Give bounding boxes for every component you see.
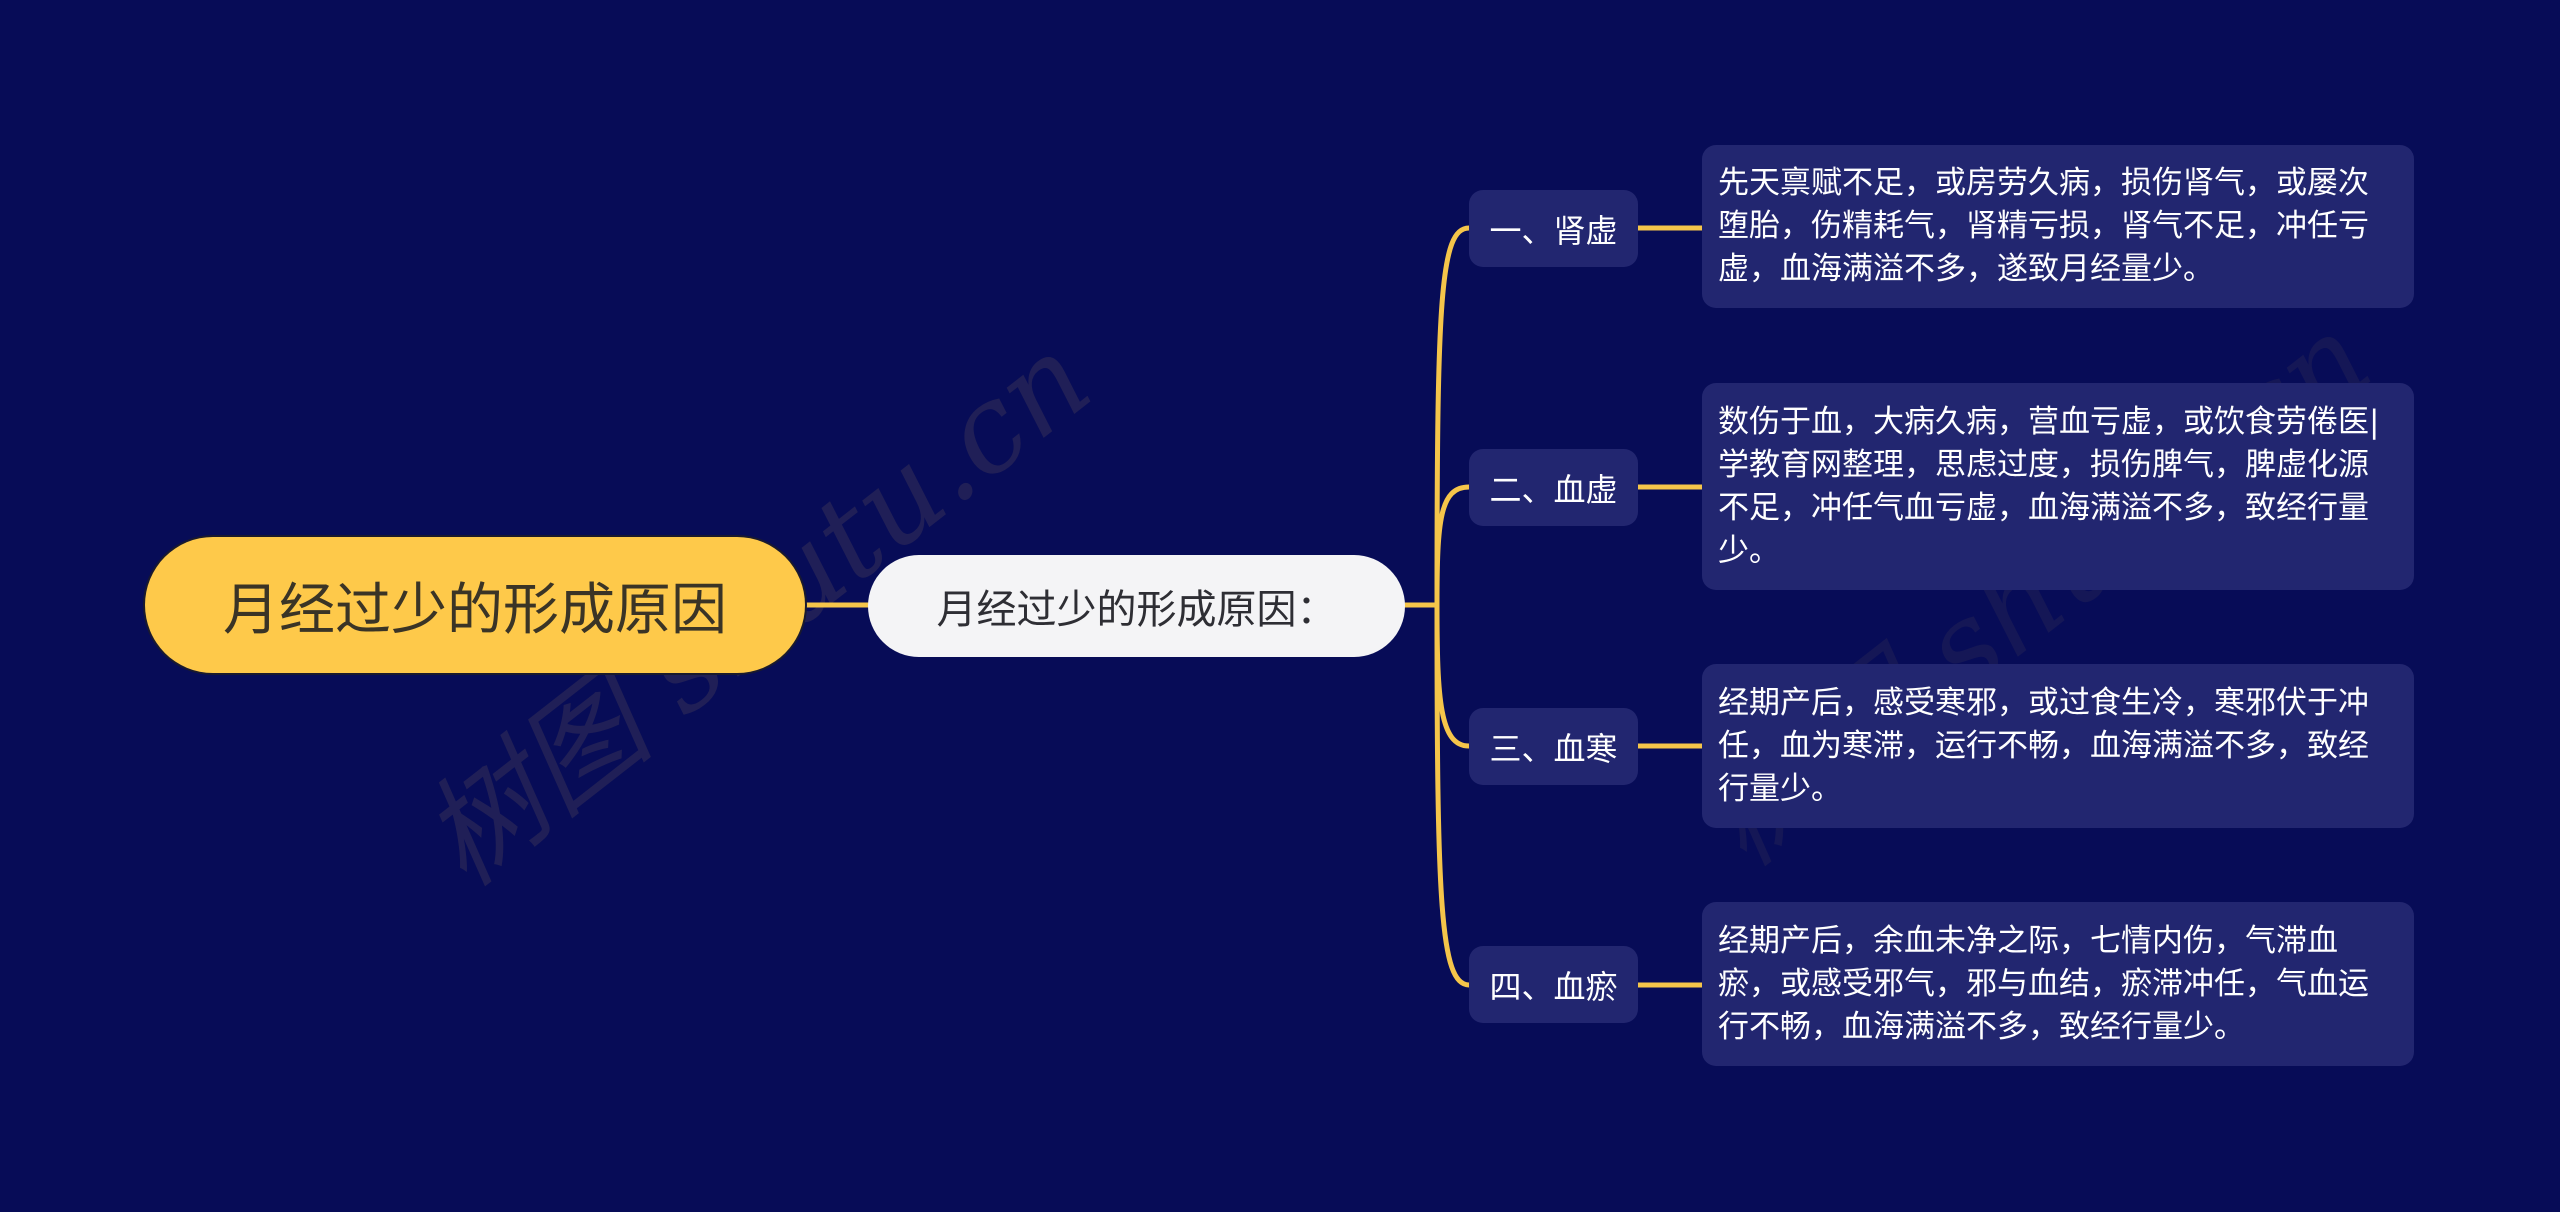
detail-node-kidney-deficiency[interactable]: 先天禀赋不足，或房劳久病，损伤肾气，或屡次堕胎，伤精耗气，肾精亏损，肾气不足，冲… xyxy=(1702,145,2414,308)
root-topic-label: 月经过少的形成原因 xyxy=(223,577,727,643)
detail-node-blood-stasis[interactable]: 经期产后，余血未净之际，七情内伤，气滞血瘀，或感受邪气，邪与血结，瘀滞冲任，气血… xyxy=(1702,902,2414,1066)
detail-text: 经期产后，余血未净之际，七情内伤，气滞血瘀，或感受邪气，邪与血结，瘀滞冲任，气血… xyxy=(1718,922,2369,1045)
connector-branch-1 xyxy=(1434,225,1472,608)
branch-node-blood-deficiency[interactable]: 二、血虚 xyxy=(1469,449,1638,526)
root-topic[interactable]: 月经过少的形成原因 xyxy=(145,537,805,673)
branch-label: 一、肾虚 xyxy=(1489,211,1618,250)
connector-branch-4 xyxy=(1434,602,1472,988)
branch-node-blood-stasis[interactable]: 四、血瘀 xyxy=(1469,946,1638,1023)
connector-branch-2 xyxy=(1434,484,1472,608)
connector-branch-3 xyxy=(1434,602,1472,749)
branch-label: 二、血虚 xyxy=(1489,470,1618,509)
detail-text: 数伤于血，大病久病，营血亏虚，或饮食劳倦医|学教育网整理，思虑过度，损伤脾气，脾… xyxy=(1718,403,2380,569)
detail-node-blood-deficiency[interactable]: 数伤于血，大病久病，营血亏虚，或饮食劳倦医|学教育网整理，思虑过度，损伤脾气，脾… xyxy=(1702,383,2414,590)
detail-text: 经期产后，感受寒邪，或过食生冷，寒邪伏于冲任，血为寒滞，运行不畅，血海满溢不多，… xyxy=(1718,684,2369,807)
subtopic-node[interactable]: 月经过少的形成原因： xyxy=(868,555,1405,657)
detail-text: 先天禀赋不足，或房劳久病，损伤肾气，或屡次堕胎，伤精耗气，肾精亏损，肾气不足，冲… xyxy=(1718,165,2369,287)
branch-label: 四、血瘀 xyxy=(1489,967,1618,1006)
branch-node-blood-cold[interactable]: 三、血寒 xyxy=(1469,708,1638,785)
subtopic-label: 月经过少的形成原因： xyxy=(936,587,1337,633)
detail-node-blood-cold[interactable]: 经期产后，感受寒邪，或过食生冷，寒邪伏于冲任，血为寒滞，运行不畅，血海满溢不多，… xyxy=(1702,664,2414,828)
branch-node-kidney-deficiency[interactable]: 一、肾虚 xyxy=(1469,190,1638,267)
branch-label: 三、血寒 xyxy=(1489,729,1618,768)
